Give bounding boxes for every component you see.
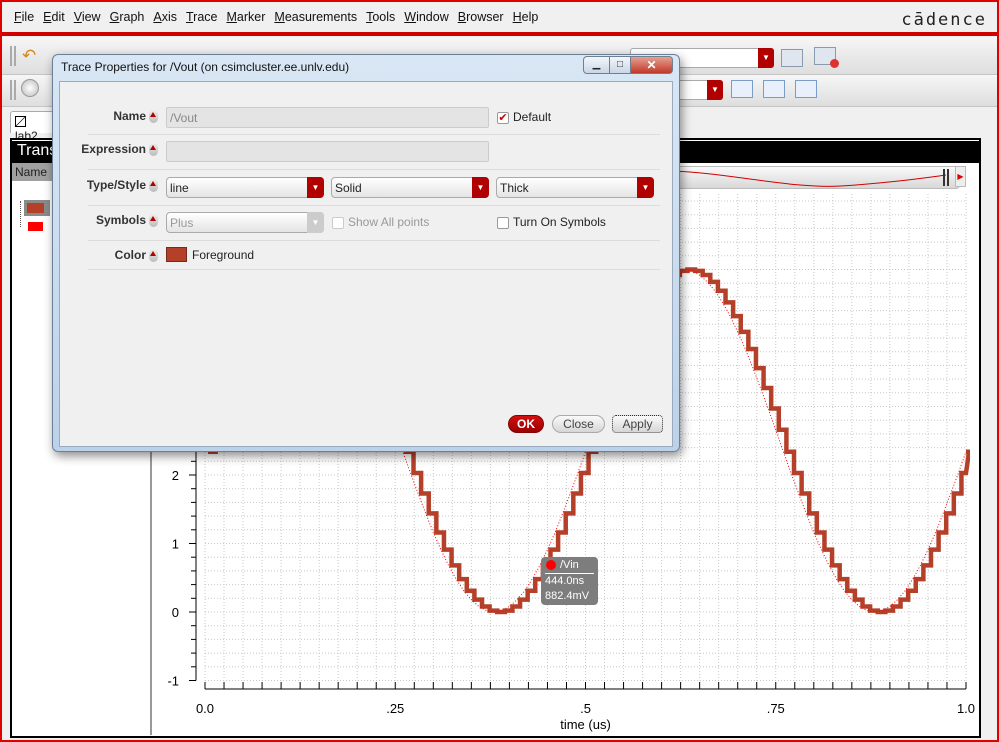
expression-field[interactable] (166, 141, 489, 162)
style-select[interactable]: Solid ▼ (331, 177, 489, 198)
dialog-title: Trace Properties for /Vout (on csimclust… (61, 60, 350, 74)
thickness-select[interactable]: Thick ▼ (496, 177, 654, 198)
marker-x: 444.0ns (545, 575, 585, 587)
divider (88, 134, 660, 135)
marker-y: 882.4mV (545, 590, 590, 602)
symbols-label: Symbols (95, 213, 146, 227)
chevron-down-icon: ▼ (307, 177, 324, 198)
apply-button[interactable]: Apply (612, 415, 663, 433)
divider (88, 269, 660, 270)
chevron-down-icon: ▼ (472, 177, 489, 198)
chevron-down-icon: ▼ (637, 177, 654, 198)
up-arrow-icon[interactable] (149, 179, 158, 192)
turn-on-symbols-checkbox[interactable] (497, 217, 509, 229)
expression-label: Expression (81, 142, 146, 156)
y-tick-label: -1 (167, 674, 179, 689)
x-tick-label: .5 (580, 701, 591, 716)
x-tick-label: .75 (767, 701, 785, 716)
symbols-value: Plus (170, 216, 194, 230)
y-tick-label: 0 (172, 605, 179, 620)
type-style-label: Type/Style (86, 178, 146, 192)
symbols-select[interactable]: Plus ▼ (166, 212, 324, 233)
style-value: Solid (335, 181, 362, 195)
turn-on-symbols-label: Turn On Symbols (513, 215, 606, 229)
y-tick-label: 2 (172, 468, 179, 483)
chevron-down-icon: ▼ (307, 212, 324, 233)
minimize-button[interactable]: ▁ (583, 56, 610, 74)
up-arrow-icon[interactable] (149, 214, 158, 227)
default-label: Default (513, 110, 552, 124)
up-arrow-icon[interactable] (149, 143, 158, 156)
x-tick-label: 1.0 (957, 701, 975, 716)
type-value: line (170, 181, 189, 195)
close-button[interactable]: Close (552, 415, 605, 433)
marker-dot[interactable] (546, 560, 556, 570)
color-value[interactable]: Foreground (192, 248, 254, 262)
color-label: Color (114, 248, 146, 262)
divider (88, 240, 660, 241)
x-axis-label: time (us) (560, 717, 611, 732)
trace-properties-dialog: Trace Properties for /Vout (on csimclust… (52, 54, 680, 452)
name-field[interactable]: /Vout (166, 107, 489, 128)
color-swatch[interactable] (166, 247, 187, 262)
up-arrow-icon[interactable] (149, 110, 158, 123)
ok-button[interactable]: OK (508, 415, 544, 433)
y-tick-label: 1 (172, 537, 179, 552)
dialog-body: Name /Vout ✔ Default Expression Type/Sty… (59, 81, 673, 447)
close-window-button[interactable]: ✕ (630, 56, 673, 74)
show-all-points-label: Show All points (348, 215, 430, 229)
default-checkbox[interactable]: ✔ (497, 112, 509, 124)
thickness-value: Thick (500, 181, 529, 195)
x-tick-label: 0.0 (196, 701, 214, 716)
show-all-points-checkbox[interactable] (332, 217, 344, 229)
maximize-button[interactable]: □ (609, 56, 631, 74)
name-label: Name (113, 109, 146, 123)
x-tick-label: .25 (386, 701, 404, 716)
up-arrow-icon[interactable] (149, 249, 158, 262)
divider (88, 205, 660, 206)
type-select[interactable]: line ▼ (166, 177, 324, 198)
divider (88, 169, 660, 170)
